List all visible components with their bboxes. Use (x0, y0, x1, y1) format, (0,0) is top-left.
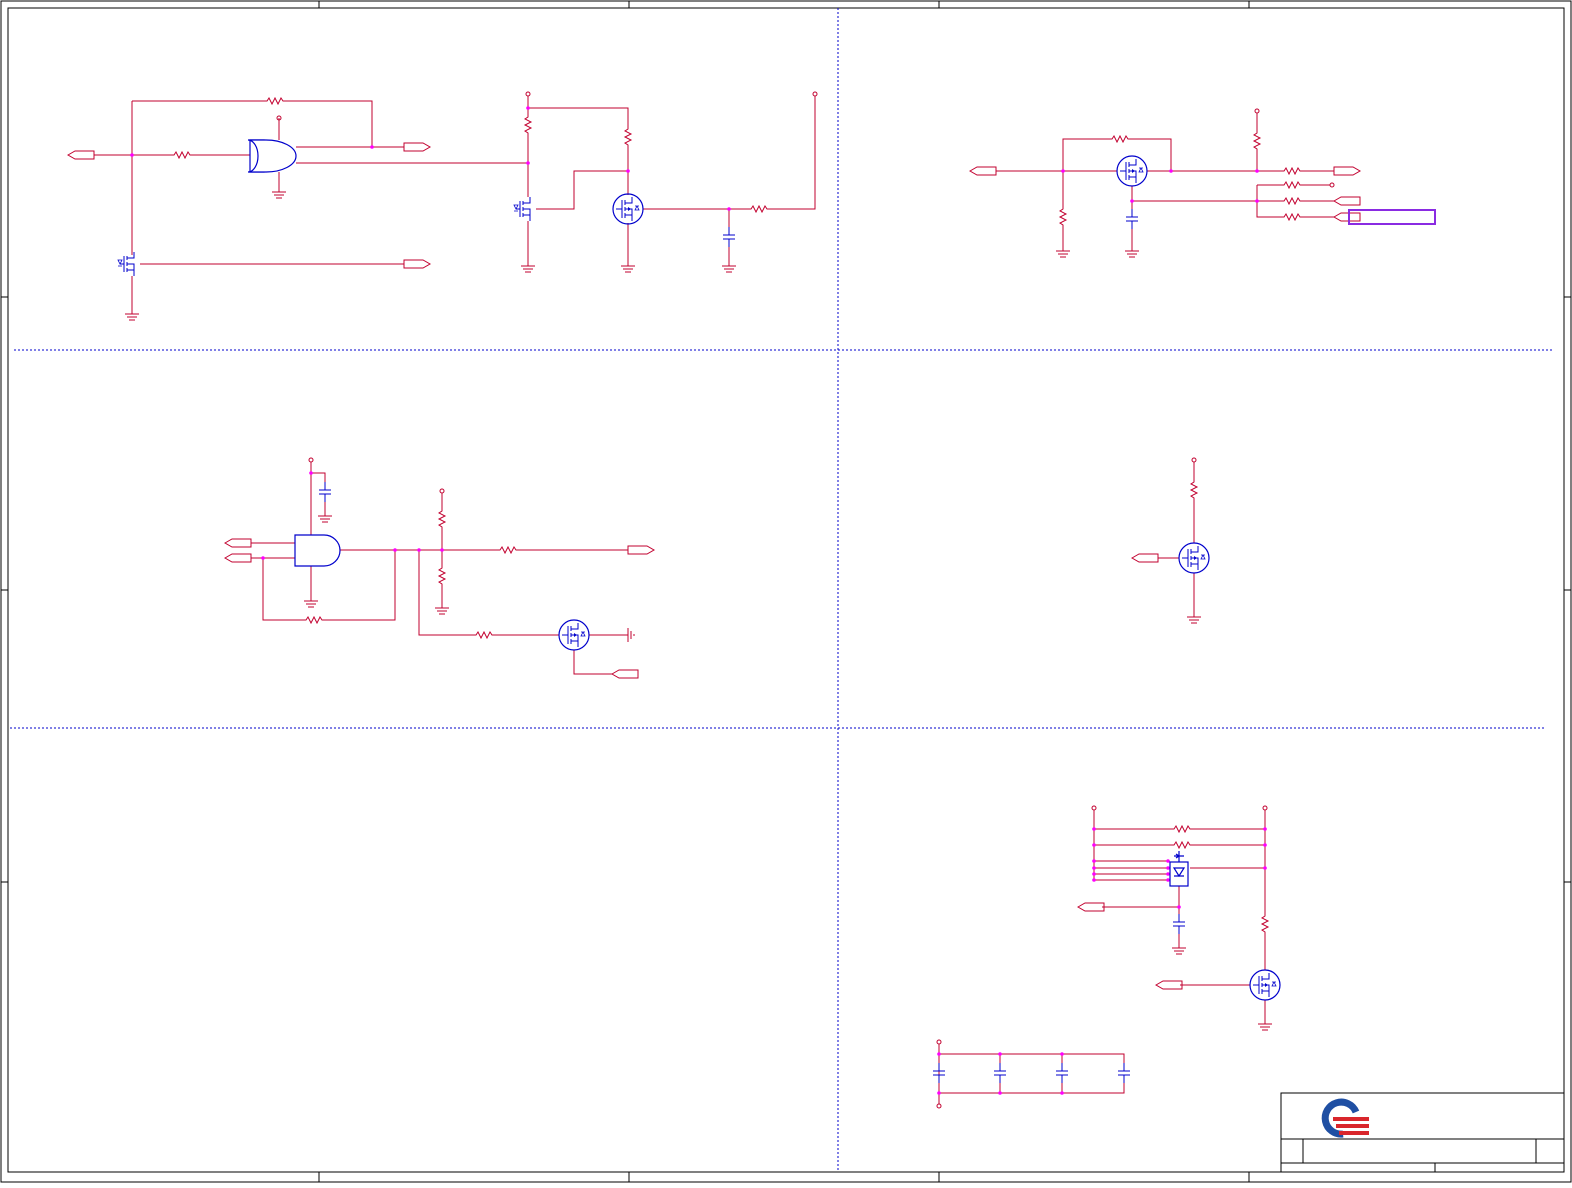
selection-highlight (1348, 209, 1436, 225)
chassis-ground-icon (627, 628, 635, 642)
schematic-sheet (0, 0, 1572, 1183)
junctions (261, 471, 444, 560)
and-gate-icon (294, 534, 341, 567)
and-gate-icon (247, 139, 297, 173)
wires (94, 96, 816, 310)
circuit-panel-bottom-right (932, 805, 1281, 1109)
circuit-panel-middle-left (224, 457, 655, 679)
load-switch-ic-icon (1169, 851, 1189, 887)
power-pins (276, 91, 818, 121)
circuit-panel-top-left (67, 91, 818, 321)
wires (996, 113, 1334, 247)
drawing-frame (0, 0, 1572, 1183)
junctions (1061, 169, 1259, 203)
power-pins (308, 457, 445, 494)
power-pins (1254, 108, 1335, 188)
power-pins (1191, 457, 1197, 463)
circuit-panel-top-right (969, 108, 1436, 258)
panel-dividers (10, 8, 1552, 1172)
junctions (130, 106, 731, 211)
power-pins (1091, 805, 1268, 811)
title-block (1280, 1092, 1565, 1173)
wires (1158, 462, 1195, 611)
decoupling-capacitor-bank (938, 1044, 1125, 1104)
circuit-panel-middle-right (1131, 457, 1210, 624)
company-logo-icon (1321, 1098, 1369, 1138)
schematic-canvas (0, 0, 1572, 1183)
